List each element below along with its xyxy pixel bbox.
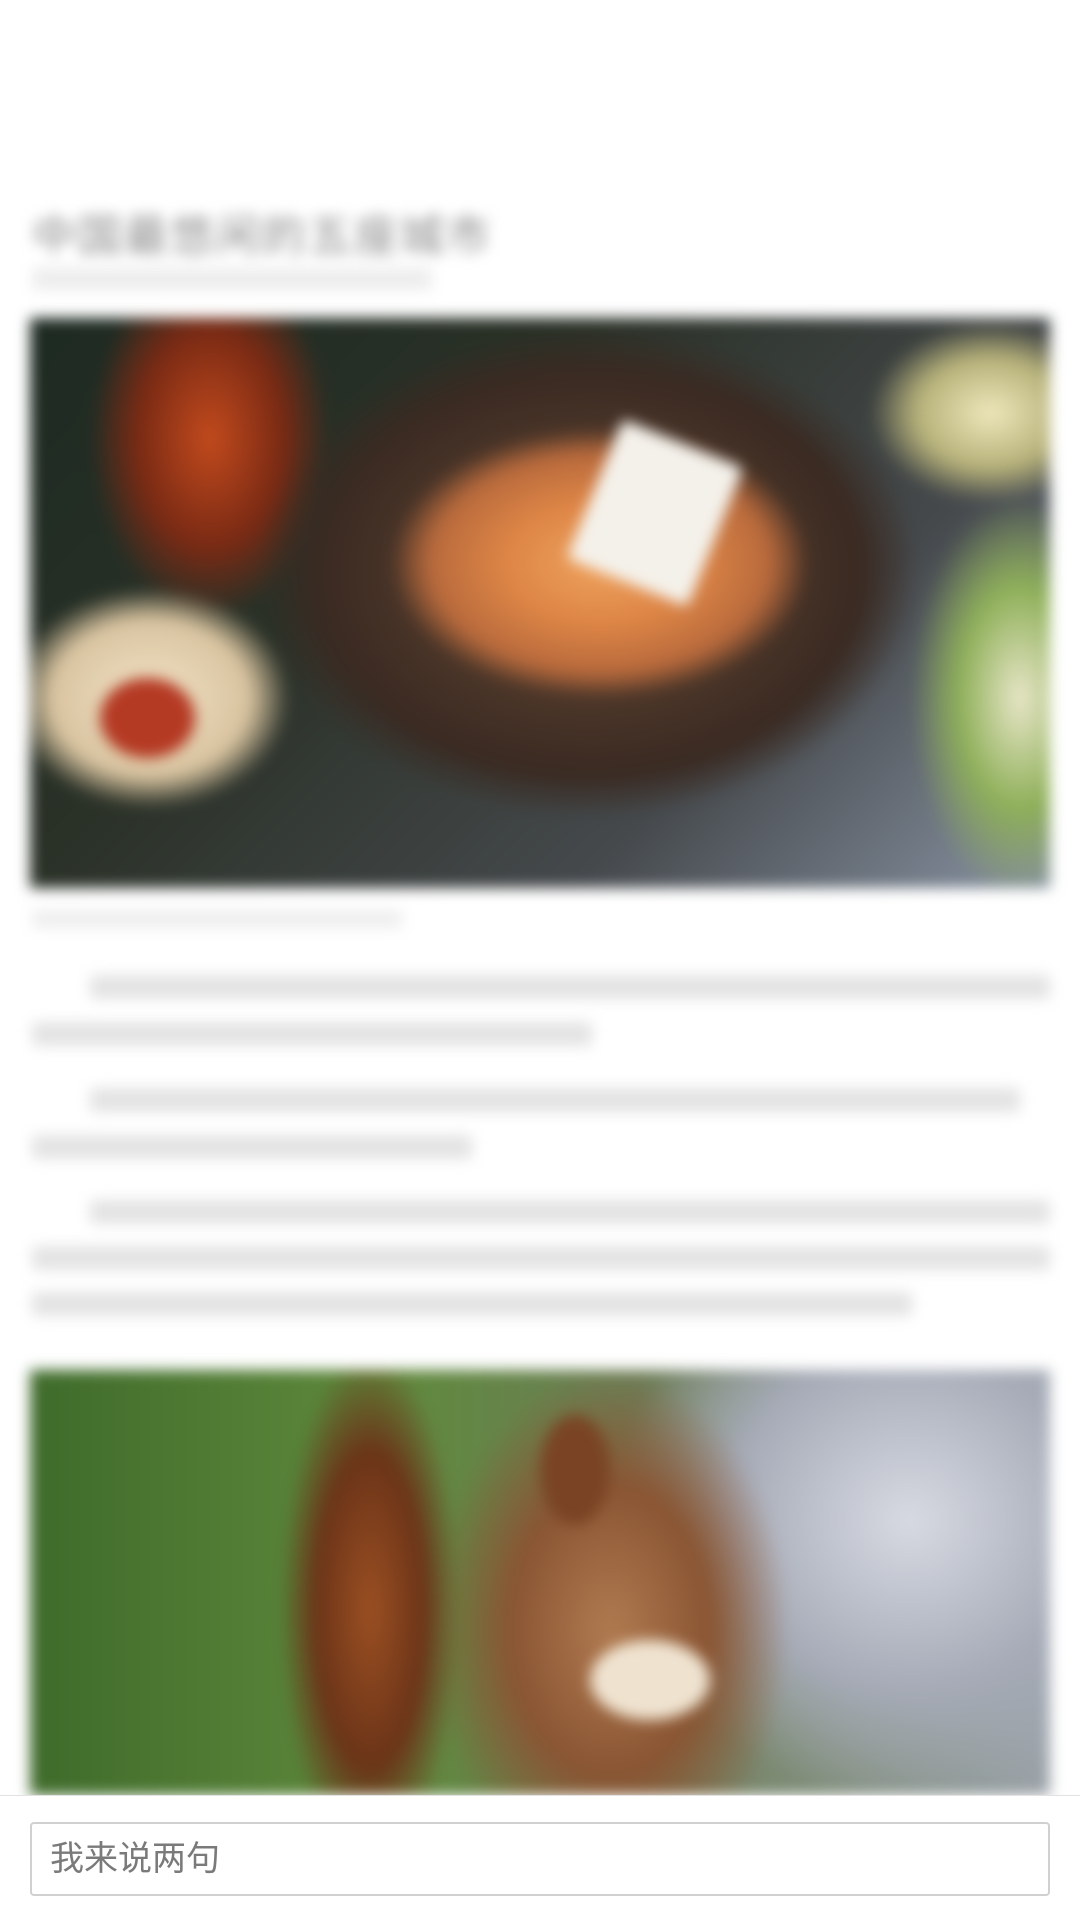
comment-bar bbox=[0, 1795, 1080, 1920]
squirrel-photo[interactable] bbox=[30, 1370, 1050, 1795]
article-page: 中国最悠闲的五座城市 bbox=[0, 0, 1080, 1920]
paragraph-line bbox=[90, 1200, 1050, 1224]
paragraph-line bbox=[32, 1246, 1050, 1270]
article-title: 中国最悠闲的五座城市 bbox=[32, 211, 492, 262]
squirrel-ear bbox=[540, 1415, 610, 1525]
paragraph-line bbox=[32, 1022, 592, 1046]
paragraph-line bbox=[32, 1135, 472, 1159]
paragraph-line bbox=[90, 975, 1050, 999]
chili-sauce-dish bbox=[100, 678, 195, 758]
paragraph-line bbox=[90, 1088, 1020, 1112]
hotpot-photo[interactable] bbox=[30, 318, 1050, 888]
comment-input[interactable] bbox=[30, 1822, 1050, 1896]
photo-caption bbox=[32, 910, 402, 928]
tofu-slice bbox=[566, 419, 744, 607]
article-meta bbox=[32, 268, 432, 290]
article-content[interactable]: 中国最悠闲的五座城市 bbox=[0, 0, 1080, 1795]
paragraph-line bbox=[32, 1292, 912, 1316]
squirrel-belly bbox=[590, 1640, 710, 1720]
